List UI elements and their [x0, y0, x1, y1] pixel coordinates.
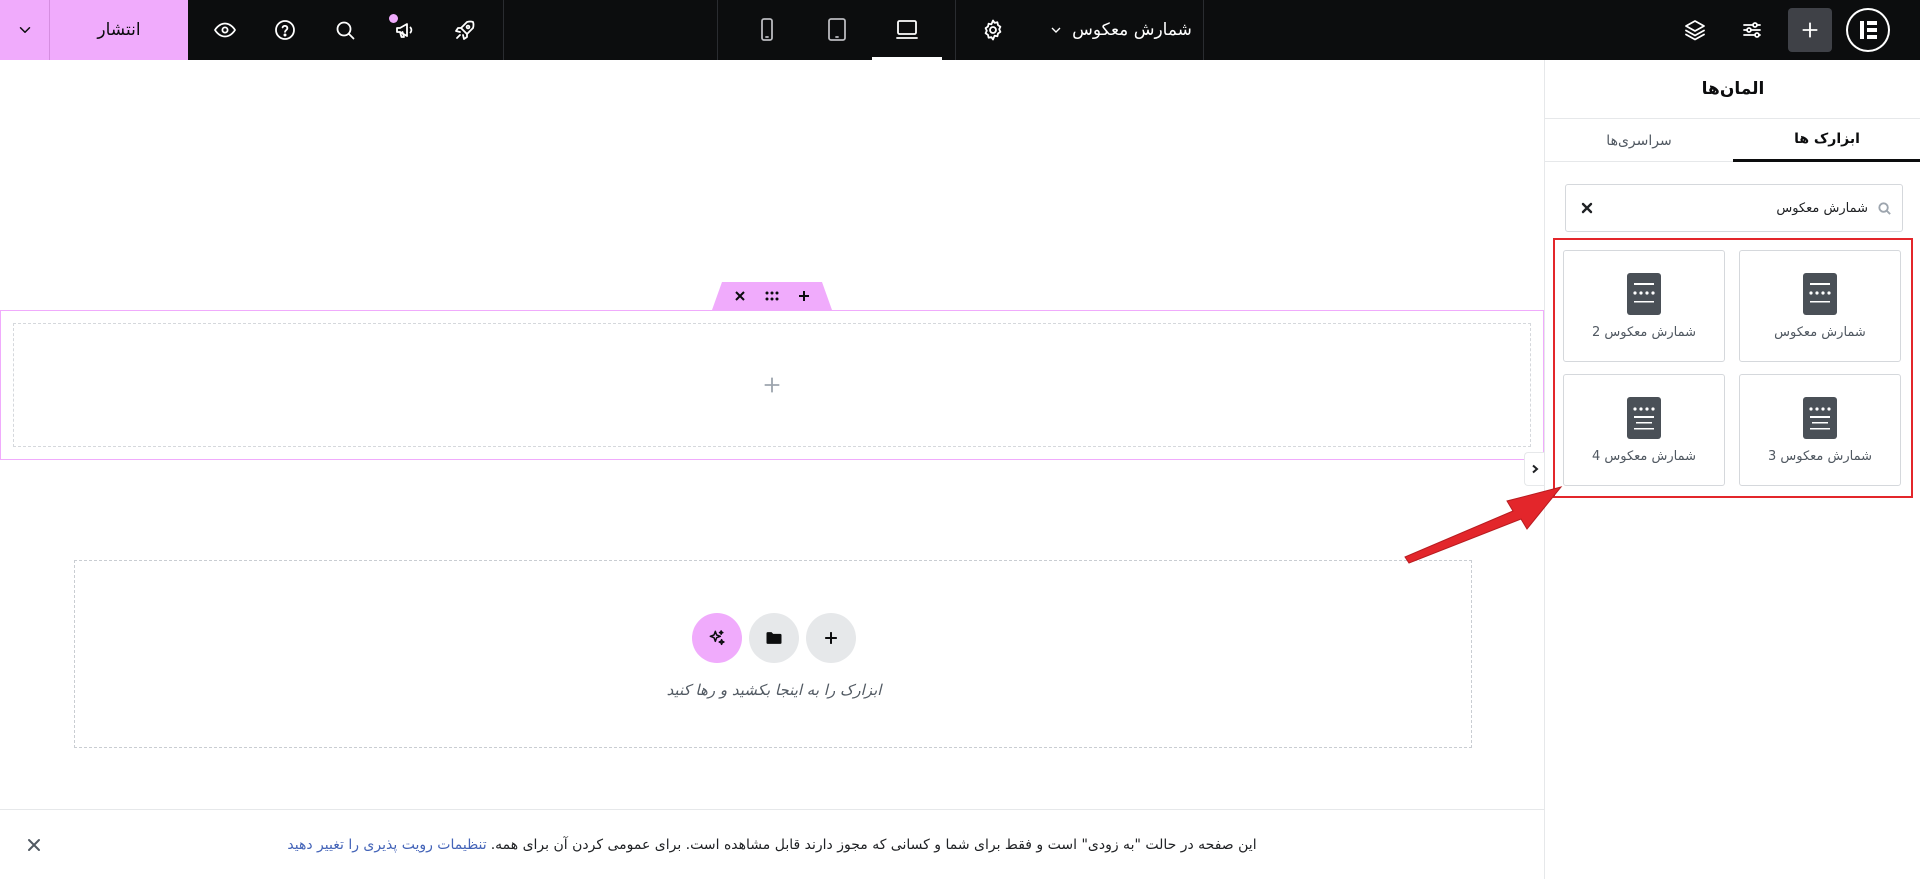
clear-search-button[interactable]	[1580, 201, 1594, 215]
drag-dots-icon	[765, 291, 779, 301]
add-container-button[interactable]	[796, 288, 812, 304]
panel-collapse-button[interactable]	[1524, 452, 1544, 486]
help-icon	[275, 20, 295, 40]
notification-dot	[389, 14, 398, 23]
container-handle	[712, 282, 832, 310]
tablet-icon	[828, 18, 846, 41]
eye-icon	[214, 22, 236, 38]
topbar-divider	[717, 0, 718, 60]
visibility-notice-bar: این صفحه در حالت "به زودی" است و فقط برا…	[0, 809, 1544, 879]
gear-icon	[984, 19, 1002, 41]
device-desktop-button[interactable]	[872, 0, 942, 60]
search-icon	[336, 21, 355, 40]
tab-widgets[interactable]: ابزارک ها	[1733, 119, 1920, 162]
panel-tabs: سراسری‌ها ابزارک ها	[1545, 118, 1920, 162]
ai-generate-button[interactable]	[692, 613, 742, 663]
device-mobile-button[interactable]	[732, 0, 802, 60]
sliders-icon	[1743, 22, 1761, 38]
widget-countdown-2[interactable]: شمارش معکوس 2	[1563, 250, 1725, 362]
add-template-button[interactable]	[749, 613, 799, 663]
page-title: شمارش معکوس	[1072, 20, 1192, 40]
widget-search-input[interactable]	[1608, 185, 1868, 231]
close-icon	[735, 291, 745, 301]
finder-button[interactable]	[315, 0, 375, 60]
mobile-icon	[761, 18, 773, 41]
notice-close-button[interactable]	[26, 837, 42, 853]
dropzone-hint: ابزارک را به اینجا بکشید و رها کنید	[666, 681, 882, 699]
plus-icon	[799, 291, 809, 301]
add-section-dropzone[interactable]: ابزارک را به اینجا بکشید و رها کنید	[74, 560, 1472, 748]
ai-sparkle-icon	[709, 630, 725, 646]
widget-search	[1565, 184, 1903, 232]
desktop-icon	[896, 20, 918, 39]
drag-container-handle[interactable]	[764, 288, 780, 304]
chevron-down-icon	[19, 27, 30, 33]
countdown-icon	[1627, 272, 1661, 315]
page-settings-button[interactable]	[963, 0, 1023, 60]
site-launch-button[interactable]	[435, 0, 495, 60]
rocket-icon	[455, 20, 475, 40]
topbar-divider	[503, 0, 504, 60]
elementor-logo[interactable]	[1846, 8, 1890, 52]
notice-text: این صفحه در حالت "به زودی" است و فقط برا…	[490, 837, 1257, 853]
countdown-icon	[1803, 396, 1837, 439]
empty-container[interactable]	[0, 310, 1544, 460]
editor-canvas: ابزارک را به اینجا بکشید و رها کنید	[0, 60, 1544, 809]
notice-message: این صفحه در حالت "به زودی" است و فقط برا…	[0, 810, 1544, 880]
widget-label: شمارش معکوس	[1774, 324, 1866, 340]
close-icon	[28, 839, 40, 851]
search-icon	[1877, 201, 1892, 216]
delete-container-button[interactable]	[732, 288, 748, 304]
countdown-icon	[1803, 272, 1837, 315]
close-icon	[1581, 202, 1593, 214]
widget-countdown-4[interactable]: شمارش معکوس 4	[1563, 374, 1725, 486]
site-settings-button[interactable]	[1722, 0, 1782, 60]
publish-button[interactable]: انتشار	[50, 0, 188, 60]
container-drop-area[interactable]	[13, 323, 1531, 447]
widget-label: شمارش معکوس 2	[1591, 324, 1697, 340]
structure-button[interactable]	[1665, 0, 1725, 60]
countdown-icon	[1627, 396, 1661, 439]
publish-options-button[interactable]	[0, 0, 50, 60]
page-title-dropdown[interactable]: شمارش معکوس	[1035, 0, 1205, 60]
chevron-down-icon	[1051, 27, 1061, 33]
help-button[interactable]	[255, 0, 315, 60]
elementor-logo-icon	[1848, 10, 1888, 50]
device-tablet-button[interactable]	[802, 0, 872, 60]
top-bar: انتشار شمارش معکوس	[0, 0, 1920, 60]
widget-label: شمارش معکوس 3	[1767, 448, 1873, 464]
panel-title: المان‌ها	[1701, 79, 1765, 99]
add-new-container-button[interactable]	[806, 613, 856, 663]
layers-icon	[1685, 20, 1705, 41]
visibility-settings-link[interactable]: تنظیمات رویت پذیری را تغییر دهید	[287, 837, 486, 853]
topbar-divider	[1203, 0, 1204, 60]
tab-globals[interactable]: سراسری‌ها	[1545, 119, 1733, 162]
widget-countdown-3[interactable]: شمارش معکوس 3	[1739, 374, 1901, 486]
folder-icon	[766, 632, 782, 644]
add-element-button[interactable]	[1788, 8, 1832, 52]
plus-icon	[825, 632, 837, 644]
plus-icon	[764, 377, 780, 393]
widget-countdown[interactable]: شمارش معکوس	[1739, 250, 1901, 362]
plus-icon	[1802, 22, 1818, 38]
widget-label: شمارش معکوس 4	[1591, 448, 1697, 464]
elements-panel: المان‌ها سراسری‌ها ابزارک ها شمارش معکوس…	[1544, 60, 1920, 879]
chevron-right-icon	[1531, 464, 1539, 474]
preview-button[interactable]	[195, 0, 255, 60]
topbar-divider	[955, 0, 956, 60]
whats-new-button[interactable]	[375, 0, 435, 60]
